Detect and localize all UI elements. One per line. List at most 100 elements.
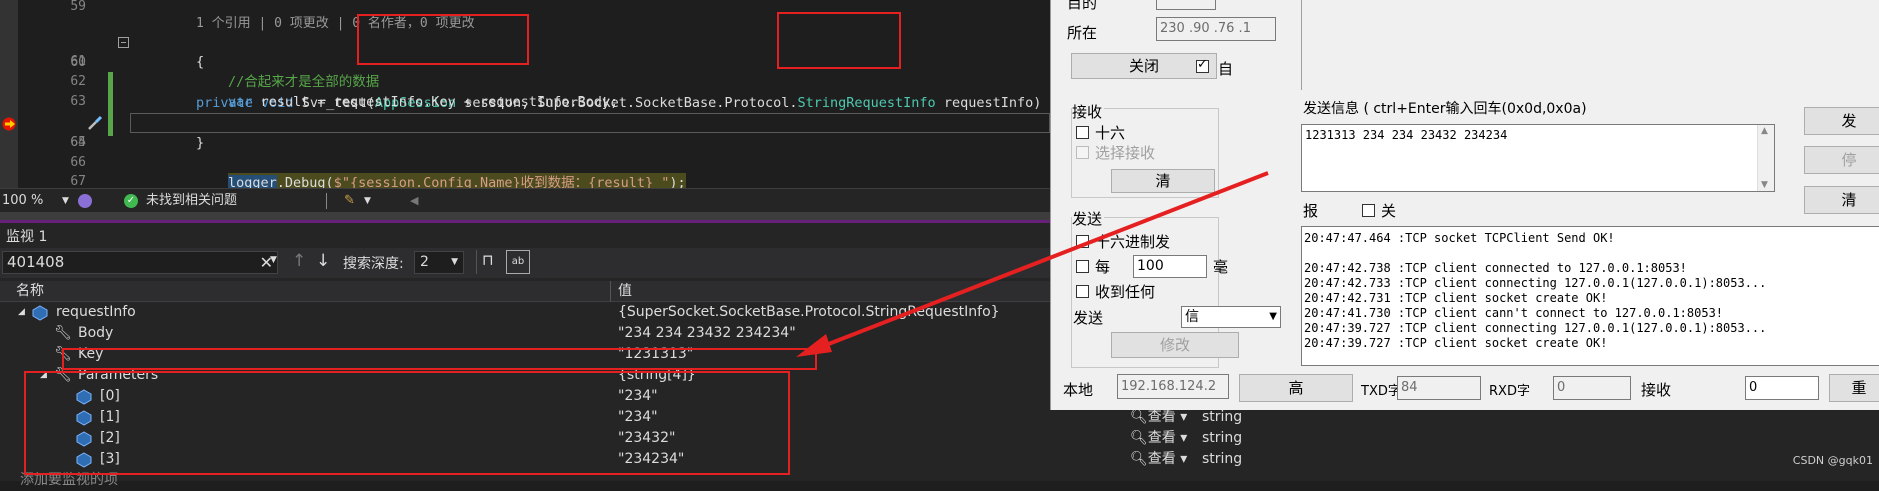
- code-line-66: 66: [70, 155, 86, 170]
- chevron-down-icon: ▼: [1269, 311, 1277, 322]
- annotation-box-type: [777, 12, 901, 69]
- annotation-box-parameters: [24, 371, 790, 475]
- log-line: 20:47:42.733 :TCP client connecting 127.…: [1304, 276, 1767, 290]
- send-textarea[interactable]: 1231313 234 234 23432 234234 ▲ ▼: [1301, 124, 1775, 192]
- ms-label: 毫: [1213, 258, 1229, 276]
- type-cell: string: [1202, 409, 1243, 425]
- clear-receive-button[interactable]: 清: [1111, 169, 1215, 193]
- report-off-checkbox[interactable]: [1362, 204, 1375, 217]
- log-line: 20:47:41.730 :TCP client cann't connect …: [1304, 306, 1724, 320]
- hex-display-icon[interactable]: ab: [506, 250, 530, 274]
- zoom-dropdown-icon[interactable]: ▼: [62, 189, 69, 213]
- watermark: CSDN @gqk01: [1792, 454, 1873, 467]
- select-receive-checkbox[interactable]: [1076, 146, 1089, 159]
- target-label: 目的: [1067, 0, 1098, 12]
- code-line-65: 65}: [70, 135, 205, 151]
- issues-text[interactable]: 未找到相关问题: [146, 189, 237, 213]
- log-area[interactable]: 20:47:47.464 :TCP socket TCPClient Send …: [1301, 226, 1879, 366]
- view-button[interactable]: 🔍︎查看 ▾: [1130, 407, 1187, 428]
- separator: [476, 250, 477, 274]
- zoom-level[interactable]: 100 %: [2, 189, 43, 213]
- collapse-icon[interactable]: [118, 37, 129, 48]
- view-button[interactable]: 🔍︎查看 ▾: [1130, 449, 1187, 470]
- code-line-63: 63 var result = requestInfo.Key + request…: [70, 94, 619, 110]
- local-label: 本地: [1063, 381, 1094, 399]
- annotation-box-key: [62, 348, 817, 370]
- column-separator[interactable]: [610, 281, 611, 301]
- recv-count-label: 接收: [1641, 381, 1672, 399]
- search-depth-label: 搜索深度:: [343, 256, 404, 272]
- report-label: 报: [1303, 202, 1319, 220]
- view-button[interactable]: 🔍︎查看 ▾: [1130, 428, 1187, 449]
- every-label: 每: [1095, 258, 1111, 276]
- log-line: 20:47:39.727 :TCP client connecting 127.…: [1304, 321, 1767, 335]
- type-cell: string: [1202, 451, 1243, 467]
- send-group-title: 发送: [1072, 208, 1105, 229]
- splitter: [1301, 0, 1302, 90]
- hex-send-checkbox[interactable]: [1076, 235, 1089, 248]
- object-icon: [32, 305, 48, 321]
- stop-button[interactable]: 停: [1804, 146, 1879, 174]
- search-previous-icon[interactable]: ↑: [292, 251, 306, 271]
- log-line: 20:47:47.464 :TCP socket TCPClient Send …: [1304, 231, 1615, 245]
- expand-icon[interactable]: ◢: [18, 302, 25, 323]
- ip-input[interactable]: 230 .90 .76 .1: [1156, 17, 1276, 41]
- log-line: 20:47:42.738 :TCP client connected to 12…: [1304, 261, 1687, 275]
- search-input[interactable]: 401408 ✕: [2, 251, 278, 274]
- interval-input[interactable]: 100: [1133, 255, 1207, 278]
- copilot-icon[interactable]: [78, 194, 92, 208]
- send-mode-label: 发送: [1073, 309, 1104, 327]
- watch-title[interactable]: 监视 1: [6, 226, 47, 246]
- hex-send-label: 十六进制发: [1095, 233, 1171, 251]
- receive-group-title: 接收: [1072, 101, 1105, 122]
- wrench-icon: 🔧︎: [54, 325, 72, 341]
- log-line: 20:47:42.731 :TCP client socket create O…: [1304, 291, 1608, 305]
- rxd-label: RXD字: [1489, 384, 1530, 399]
- code-editor[interactable]: 59 1 个引用 | 0 项更改 | 0 名作者，0 项更改 60 privat…: [0, 0, 1050, 193]
- auto-checkbox[interactable]: ✓: [1196, 57, 1209, 73]
- advanced-button[interactable]: 高: [1239, 374, 1353, 402]
- separator: [326, 193, 327, 209]
- reset-button[interactable]: 重: [1829, 374, 1879, 402]
- scroll-left-icon[interactable]: ◀: [410, 189, 418, 213]
- send-info-label: 发送信息 ( ctrl+Enter输入回车(0x0d,0x0a): [1303, 101, 1587, 117]
- send-mode-select[interactable]: 信 ▼: [1181, 306, 1281, 328]
- pin-icon[interactable]: ⊓: [482, 251, 494, 269]
- hex-receive-checkbox[interactable]: [1076, 126, 1089, 139]
- column-name[interactable]: 名称: [16, 281, 44, 301]
- scrollbar[interactable]: ▲ ▼: [1757, 125, 1774, 191]
- tcp-tool-window: 目的 所在 230 .90 .76 .1 关闭 ✓ 自 接收 十六 选择接收 清…: [1050, 0, 1879, 410]
- modify-button[interactable]: 修改: [1111, 332, 1239, 358]
- code-line-64: 64 logger.Debug($"{session.Config.Name}收…: [0, 113, 1050, 193]
- port-input[interactable]: [1156, 0, 1216, 10]
- brush-icon[interactable]: ✎: [344, 189, 355, 213]
- code-line-62: 62//合起来才是全部的数据: [70, 74, 380, 90]
- select-receive-label: 选择接收: [1095, 144, 1156, 162]
- auto-label: 自: [1218, 60, 1234, 78]
- send-on-receive-checkbox[interactable]: [1076, 285, 1089, 298]
- column-value[interactable]: 值: [618, 281, 632, 301]
- hex-receive-label: 十六: [1095, 124, 1126, 142]
- send-button[interactable]: 发: [1804, 107, 1879, 135]
- location-label: 所在: [1067, 24, 1098, 42]
- brush-dropdown-icon[interactable]: ▼: [364, 189, 371, 213]
- search-history-icon[interactable]: ▼: [270, 255, 277, 265]
- report-off-label: 关: [1381, 202, 1397, 220]
- clear-send-button[interactable]: 清: [1804, 186, 1879, 214]
- log-line: 20:47:39.727 :TCP client socket create O…: [1304, 336, 1608, 350]
- watch-toolbar: 401408 ✕ ▼ ↑ ↓ 搜索深度: 2 ▼ ⊓ ab: [0, 248, 1050, 278]
- auto-send-checkbox[interactable]: [1076, 260, 1089, 273]
- send-on-receive-label: 收到任何: [1095, 283, 1156, 301]
- panel-splitter[interactable]: [0, 212, 1050, 220]
- editor-status-bar: 100 % ▼ ✓ 未找到相关问题 ✎ ▼ ◀: [0, 188, 1050, 213]
- txd-label: TXD字: [1361, 384, 1401, 399]
- search-next-icon[interactable]: ↓: [316, 251, 330, 271]
- txd-count: 84: [1397, 376, 1481, 400]
- recv-count-input[interactable]: 0: [1745, 376, 1819, 400]
- log-text: 20:47:47.464 :TCP socket TCPClient Send …: [1304, 231, 1766, 351]
- type-cell: string: [1202, 430, 1243, 446]
- screwdriver-icon[interactable]: [86, 115, 104, 131]
- search-depth-select[interactable]: 2 ▼: [414, 251, 464, 274]
- local-ip-input[interactable]: 192.168.124.2: [1117, 374, 1229, 399]
